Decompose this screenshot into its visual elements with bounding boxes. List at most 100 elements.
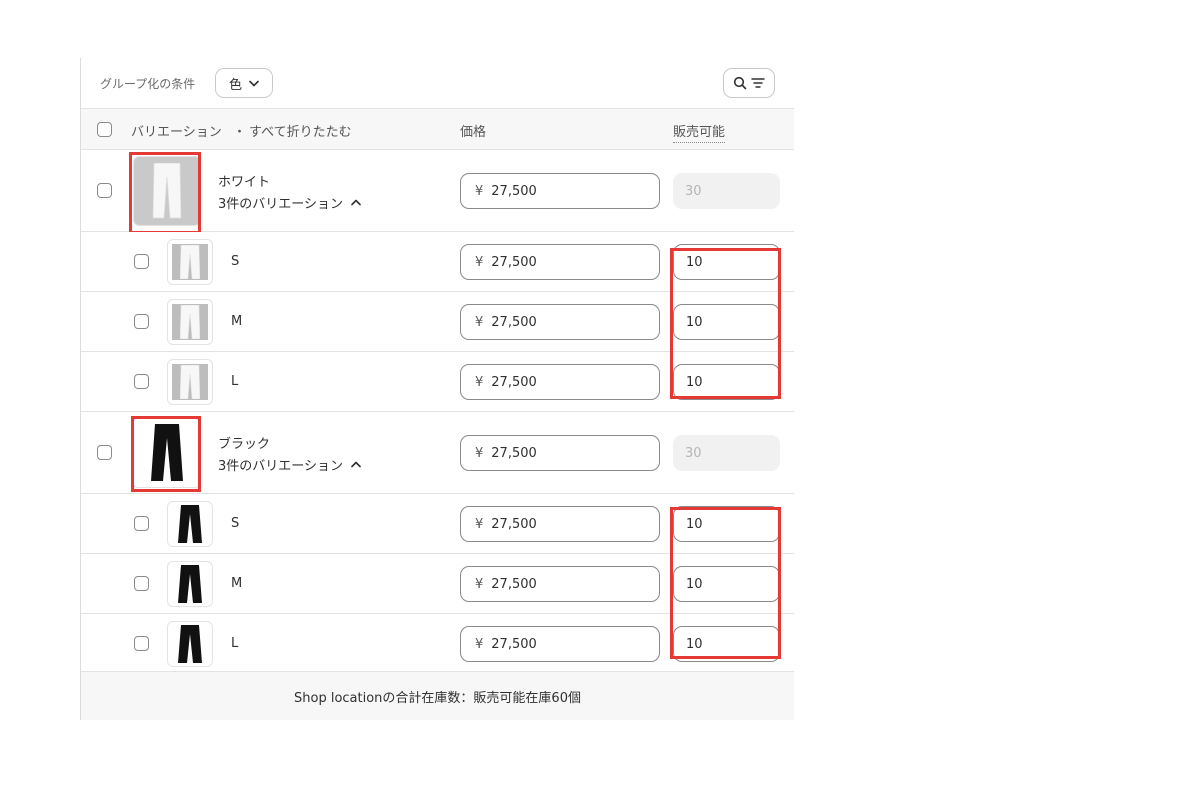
available-input[interactable]: 10 (673, 304, 780, 340)
price-header: 価格 (460, 125, 487, 140)
available-input[interactable]: 10 (673, 626, 780, 662)
black-pants-image (150, 424, 183, 481)
variant-checkbox[interactable] (134, 576, 149, 591)
select-all-checkbox[interactable] (97, 122, 112, 137)
search-icon (733, 76, 747, 90)
variant-group-row[interactable]: ホワイト 3件のバリエーション ¥27,500 30 (81, 150, 794, 234)
variant-checkbox[interactable] (134, 636, 149, 651)
inventory-total-footer: Shop locationの合計在庫数：販売可能在庫60個 (81, 672, 794, 720)
variant-thumbnail (167, 299, 213, 345)
price-value: 27,500 (491, 254, 537, 270)
variant-row[interactable]: S ¥27,500 10 (81, 494, 794, 554)
variant-name: L (231, 636, 239, 651)
variant-count-toggle[interactable]: 3件のバリエーション (218, 455, 361, 474)
group-checkbox[interactable] (97, 183, 112, 198)
available-input[interactable]: 10 (673, 364, 780, 400)
price-input[interactable]: ¥27,500 (460, 173, 660, 209)
currency-symbol: ¥ (475, 636, 484, 652)
variants-card: グループ化の条件 色 バリエーション ・ すべて折りたたむ 価格 販売可能 ホワ… (80, 58, 794, 720)
variant-count-toggle[interactable]: 3件のバリエーション (218, 193, 361, 212)
price-input[interactable]: ¥27,500 (460, 506, 660, 542)
variant-count: 3件のバリエーション (218, 459, 344, 474)
available-value: 10 (686, 374, 703, 390)
variant-count: 3件のバリエーション (218, 197, 344, 212)
variant-thumbnail (167, 239, 213, 285)
variant-name: L (231, 374, 239, 389)
available-input[interactable]: 10 (673, 506, 780, 542)
search-filter-button[interactable] (723, 68, 775, 98)
variant-thumbnail (167, 561, 213, 607)
variants-toolbar: グループ化の条件 色 (81, 58, 794, 108)
variant-name: S (231, 516, 240, 531)
header-separator: ・ (233, 125, 247, 140)
available-value: 10 (686, 314, 703, 330)
available-value: 10 (686, 516, 703, 532)
chevron-down-icon (249, 80, 259, 86)
chevron-up-icon (351, 199, 361, 206)
black-pants-image (178, 565, 202, 603)
available-value: 30 (685, 183, 702, 199)
available-header: 販売可能 (673, 121, 726, 143)
group-by-value: 色 (228, 77, 242, 93)
filter-icon (751, 78, 765, 88)
group-checkbox[interactable] (97, 445, 112, 460)
variant-row[interactable]: M ¥27,500 10 (81, 554, 794, 614)
product-thumbnail (133, 156, 201, 226)
currency-symbol: ¥ (475, 183, 484, 199)
white-pants-image (180, 305, 200, 339)
price-value: 27,500 (491, 636, 537, 652)
variant-thumbnail (167, 501, 213, 547)
white-pants-image (180, 365, 200, 399)
group-by-label: グループ化の条件 (100, 77, 196, 91)
price-value: 27,500 (491, 576, 537, 592)
available-value: 10 (686, 636, 703, 652)
group-by-select[interactable]: 色 (215, 68, 273, 98)
price-value: 27,500 (491, 314, 537, 330)
available-value: 10 (686, 254, 703, 270)
variant-row[interactable]: L ¥27,500 10 (81, 352, 794, 412)
white-pants-image (180, 245, 200, 279)
price-input[interactable]: ¥27,500 (460, 244, 660, 280)
price-input[interactable]: ¥27,500 (460, 566, 660, 602)
variant-checkbox[interactable] (134, 516, 149, 531)
variant-row[interactable]: L ¥27,500 10 (81, 614, 794, 672)
variant-checkbox[interactable] (134, 254, 149, 269)
inventory-total-text: Shop locationの合計在庫数：販売可能在庫60個 (294, 690, 581, 706)
currency-symbol: ¥ (475, 516, 484, 532)
group-name: ホワイト (218, 175, 271, 190)
price-input[interactable]: ¥27,500 (460, 626, 660, 662)
variant-checkbox[interactable] (134, 314, 149, 329)
price-value: 27,500 (491, 374, 537, 390)
white-pants-image (152, 163, 182, 219)
variation-header: バリエーション (131, 125, 222, 140)
variant-name: S (231, 254, 240, 269)
table-header: バリエーション ・ すべて折りたたむ 価格 販売可能 (81, 108, 794, 150)
collapse-all-link[interactable]: すべて折りたたむ (249, 121, 352, 140)
price-input[interactable]: ¥27,500 (460, 435, 660, 471)
price-value: 27,500 (491, 183, 537, 199)
available-value: 30 (685, 445, 702, 461)
variant-row[interactable]: M ¥27,500 10 (81, 292, 794, 352)
chevron-up-icon (351, 461, 361, 468)
variant-group-row[interactable]: ブラック 3件のバリエーション ¥27,500 30 (81, 412, 794, 494)
black-pants-image (178, 505, 202, 543)
available-input[interactable]: 10 (673, 566, 780, 602)
group-name: ブラック (218, 437, 271, 452)
black-pants-image (178, 625, 202, 663)
available-input[interactable]: 10 (673, 244, 780, 280)
variant-checkbox[interactable] (134, 374, 149, 389)
price-input[interactable]: ¥27,500 (460, 364, 660, 400)
product-thumbnail (131, 418, 201, 488)
variant-thumbnail (167, 621, 213, 667)
available-value: 10 (686, 576, 703, 592)
price-value: 27,500 (491, 445, 537, 461)
available-input: 30 (673, 173, 780, 209)
variant-row[interactable]: S ¥27,500 10 (81, 232, 794, 292)
available-input: 30 (673, 435, 780, 471)
currency-symbol: ¥ (475, 445, 484, 461)
currency-symbol: ¥ (475, 576, 484, 592)
price-input[interactable]: ¥27,500 (460, 304, 660, 340)
variant-name: M (231, 314, 243, 329)
currency-symbol: ¥ (475, 254, 484, 270)
variant-thumbnail (167, 359, 213, 405)
